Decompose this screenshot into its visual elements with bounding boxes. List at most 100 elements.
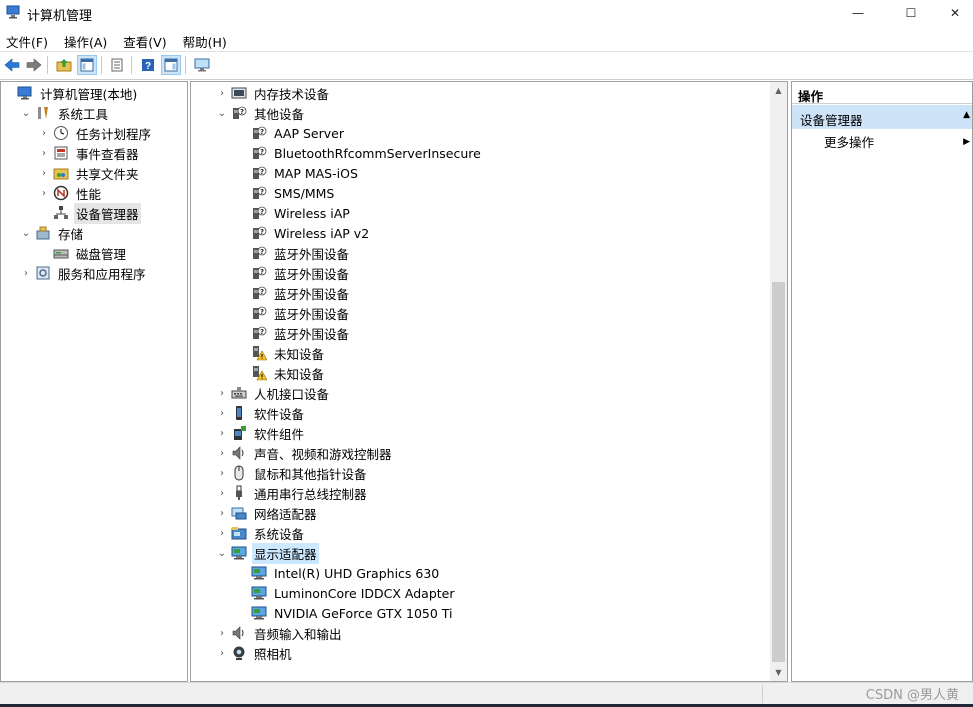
back-arrow-icon[interactable] <box>2 55 22 75</box>
device-row-26[interactable]: NVIDIA GeForce GTX 1050 Ti <box>237 603 455 623</box>
scrollbar-thumb[interactable] <box>772 282 785 662</box>
device-row-18[interactable]: › 声音、视频和游戏控制器 <box>217 443 394 463</box>
collapse-chevron-icon[interactable]: ⌄ <box>217 108 227 119</box>
device-row-17[interactable]: › 软件组件 <box>217 423 306 443</box>
tree-item-label: 设备管理器 <box>74 202 141 224</box>
tree-item-5[interactable]: › 性能 <box>39 183 103 203</box>
device-row-label: MAP MAS-iOS <box>274 165 358 181</box>
device-row-14[interactable]: 未知设备 <box>237 363 326 383</box>
collapse-chevron-icon[interactable]: ⌄ <box>21 228 31 239</box>
device-manager-icon <box>53 205 69 221</box>
device-row-label: 其他设备 <box>254 106 305 122</box>
minimize-button[interactable]: — <box>835 0 881 26</box>
actions-section-device-manager[interactable]: 设备管理器 <box>792 105 972 129</box>
tree-item-7[interactable]: ⌄ 存储 <box>21 223 85 243</box>
expand-chevron-icon[interactable]: › <box>217 468 227 479</box>
more-actions-item[interactable]: 更多操作 <box>824 132 874 151</box>
tree-item-4[interactable]: › 共享文件夹 <box>39 163 141 183</box>
expand-chevron-icon[interactable]: › <box>217 448 227 459</box>
help-icon[interactable]: ? <box>138 55 158 75</box>
expand-chevron-icon[interactable]: › <box>39 148 49 159</box>
action-pane-icon[interactable] <box>161 55 181 75</box>
menu-view[interactable]: 查看(V) <box>115 28 174 50</box>
device-row-11[interactable]: ? 蓝牙外围设备 <box>237 303 351 323</box>
tree-item-label: 服务和应用程序 <box>58 266 146 282</box>
device-row-19[interactable]: › 鼠标和其他指针设备 <box>217 463 369 483</box>
expand-chevron-icon[interactable]: › <box>217 408 227 419</box>
expand-chevron-icon[interactable]: › <box>217 388 227 399</box>
device-row-8[interactable]: ? 蓝牙外围设备 <box>237 243 351 263</box>
expand-chevron-icon[interactable]: › <box>39 168 49 179</box>
device-row-15[interactable]: › 人机接口设备 <box>217 383 331 403</box>
device-row-7[interactable]: ? Wireless iAP v2 <box>237 223 371 243</box>
tree-item-8[interactable]: 磁盘管理 <box>39 243 128 263</box>
properties-icon[interactable] <box>107 55 127 75</box>
menu-action[interactable]: 操作(A) <box>56 28 115 50</box>
device-row-22[interactable]: › 系统设备 <box>217 523 306 543</box>
device-row-12[interactable]: ? 蓝牙外围设备 <box>237 323 351 343</box>
device-row-9[interactable]: ? 蓝牙外围设备 <box>237 263 351 283</box>
expand-chevron-icon[interactable]: › <box>39 188 49 199</box>
clock-icon <box>53 125 69 141</box>
device-row-25[interactable]: LuminonCore IDDCX Adapter <box>237 583 457 603</box>
device-row-20[interactable]: › 通用串行总线控制器 <box>217 483 369 503</box>
tree-item-2[interactable]: › 任务计划程序 <box>39 123 153 143</box>
device-row-16[interactable]: › 软件设备 <box>217 403 306 423</box>
collapse-chevron-icon[interactable]: ⌄ <box>21 108 31 119</box>
device-row-4[interactable]: ? MAP MAS-iOS <box>237 163 360 183</box>
expand-chevron-icon[interactable]: › <box>217 648 227 659</box>
performance-icon <box>53 185 69 201</box>
expand-chevron-icon[interactable]: › <box>39 128 49 139</box>
forward-arrow-icon[interactable] <box>24 55 44 75</box>
device-row-13[interactable]: 未知设备 <box>237 343 326 363</box>
device-row-label: Wireless iAP v2 <box>274 225 370 241</box>
vertical-scrollbar[interactable]: ▲ ▼ <box>770 82 787 681</box>
device-row-label: NVIDIA GeForce GTX 1050 Ti <box>274 605 453 621</box>
software-component-icon <box>231 425 247 441</box>
tree-item-label: 计算机管理(本地) <box>40 86 138 102</box>
monitor-icon[interactable] <box>192 55 212 75</box>
device-row-label: 未知设备 <box>274 346 325 362</box>
tree-item-9[interactable]: › 服务和应用程序 <box>21 263 148 283</box>
expand-chevron-icon[interactable]: › <box>217 428 227 439</box>
expand-chevron-icon[interactable]: › <box>217 488 227 499</box>
watermark: CSDN @男人黄 <box>865 688 959 703</box>
expand-chevron-icon[interactable]: › <box>217 528 227 539</box>
up-folder-icon[interactable] <box>54 55 74 75</box>
title-bar: 计算机管理 — ☐ ✕ <box>0 0 973 26</box>
device-row-6[interactable]: ? Wireless iAP <box>237 203 352 223</box>
actions-section-label: 设备管理器 <box>800 113 863 128</box>
scroll-down-arrow-icon[interactable]: ▼ <box>770 664 787 681</box>
device-row-3[interactable]: ? BluetoothRfcommServerInsecure <box>237 143 483 163</box>
device-row-23[interactable]: ⌄ 显示适配器 <box>217 542 319 564</box>
tree-item-6[interactable]: 设备管理器 <box>39 202 141 224</box>
device-row-1[interactable]: ⌄? 其他设备 <box>217 103 306 123</box>
device-row-label: 蓝牙外围设备 <box>274 246 350 262</box>
computer-management-icon <box>6 5 20 19</box>
device-row-5[interactable]: ? SMS/MMS <box>237 183 336 203</box>
console-tree-icon[interactable] <box>77 55 97 75</box>
device-row-28[interactable]: › 照相机 <box>217 643 294 663</box>
scroll-up-arrow-icon[interactable]: ▲ <box>770 82 787 99</box>
device-row-24[interactable]: Intel(R) UHD Graphics 630 <box>237 563 441 583</box>
unknown-device-icon: ? <box>251 145 267 161</box>
maximize-button[interactable]: ☐ <box>888 0 934 26</box>
device-row-10[interactable]: ? 蓝牙外围设备 <box>237 283 351 303</box>
menu-file[interactable]: 文件(F) <box>0 28 56 50</box>
close-button[interactable]: ✕ <box>932 0 973 26</box>
collapse-chevron-icon[interactable]: ⌄ <box>217 548 227 559</box>
collapse-up-icon[interactable]: ▲ <box>963 110 970 120</box>
device-row-0[interactable]: › 内存技术设备 <box>217 83 331 103</box>
svg-text:?: ? <box>240 108 244 116</box>
device-row-27[interactable]: › 音频输入和输出 <box>217 623 344 643</box>
expand-chevron-icon[interactable]: › <box>21 268 31 279</box>
expand-chevron-icon[interactable]: › <box>217 88 227 99</box>
expand-chevron-icon[interactable]: › <box>217 628 227 639</box>
tree-item-0[interactable]: 计算机管理(本地) <box>3 83 139 103</box>
tree-item-3[interactable]: › 事件查看器 <box>39 143 141 163</box>
expand-chevron-icon[interactable]: › <box>217 508 227 519</box>
menu-help[interactable]: 帮助(H) <box>175 28 235 50</box>
device-row-21[interactable]: › 网络适配器 <box>217 503 319 523</box>
device-row-2[interactable]: ? AAP Server <box>237 123 346 143</box>
tree-item-1[interactable]: ⌄ 系统工具 <box>21 103 110 123</box>
